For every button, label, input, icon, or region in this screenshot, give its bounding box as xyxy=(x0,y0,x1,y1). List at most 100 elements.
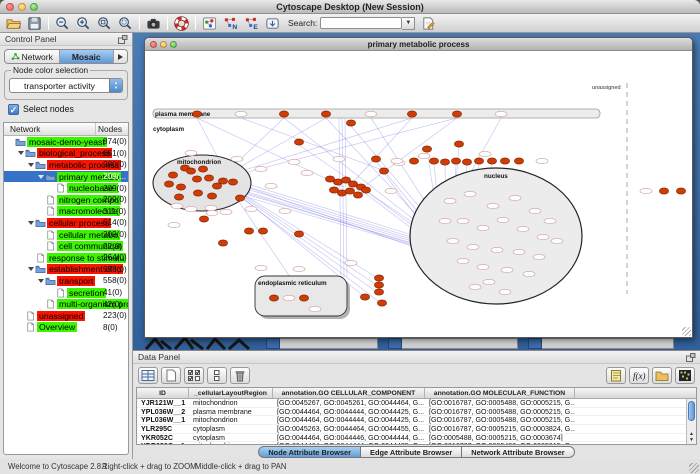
network-node-red[interactable] xyxy=(294,139,303,145)
search-dropdown-button[interactable]: ▼ xyxy=(402,17,415,30)
network-node-red[interactable] xyxy=(204,175,213,181)
tree-item[interactable]: unassigned223(0) xyxy=(4,310,128,322)
network-node-red[interactable] xyxy=(361,187,370,193)
tree-column-network[interactable]: Network xyxy=(4,123,96,135)
table-row[interactable]: YPL036W__2plasma membrane[GO:0044464, GO… xyxy=(137,408,686,417)
tab-edge-attribute-browser[interactable]: Edge Attribute Browser xyxy=(361,446,462,458)
annotation-filter-button[interactable] xyxy=(262,15,283,32)
window-resize-grip[interactable] xyxy=(689,463,699,473)
network-node-small[interactable] xyxy=(293,266,305,271)
node-color-combobox[interactable]: transporter activity ▴▾ xyxy=(9,78,123,93)
network-node-red[interactable] xyxy=(164,181,173,187)
network-node-small[interactable] xyxy=(479,151,491,156)
background-window-fragment[interactable] xyxy=(266,338,378,349)
network-node-small[interactable] xyxy=(477,225,489,230)
network-view-titlebar[interactable]: primary metabolic process xyxy=(145,38,692,51)
disclosure-slot[interactable] xyxy=(37,175,45,179)
network-node-red[interactable] xyxy=(174,194,183,200)
function-builder-button[interactable]: f(x) xyxy=(629,367,649,384)
network-node-small[interactable] xyxy=(309,306,321,311)
network-node-small[interactable] xyxy=(185,206,197,211)
network-node-red[interactable] xyxy=(269,295,278,301)
network-node-small[interactable] xyxy=(513,249,525,254)
tree-item[interactable]: transport558(0) xyxy=(4,275,128,287)
window-titlebar[interactable]: Cytoscape Desktop (New Session) xyxy=(0,0,700,14)
tree-item[interactable]: metabolic process280(0) xyxy=(4,159,128,171)
scrollbar-thumb[interactable] xyxy=(688,401,695,421)
network-node-red[interactable] xyxy=(409,158,418,164)
disclosure-slot[interactable] xyxy=(37,279,45,283)
save-session-button[interactable] xyxy=(24,15,45,32)
tree-column-nodes[interactable]: Nodes xyxy=(96,123,128,135)
network-node-small[interactable] xyxy=(487,203,499,208)
network-node-red[interactable] xyxy=(440,159,449,165)
network-node-red[interactable] xyxy=(192,111,201,117)
network-node-small[interactable] xyxy=(640,188,652,193)
network-node-small[interactable] xyxy=(491,247,503,252)
network-node-red[interactable] xyxy=(321,111,330,117)
network-node-small[interactable] xyxy=(544,218,556,223)
disclosure-slot[interactable] xyxy=(17,151,25,155)
network-node-small[interactable] xyxy=(523,271,535,276)
network-node-small[interactable] xyxy=(288,159,300,164)
column-header[interactable]: _cellularLayoutRegion xyxy=(189,388,273,398)
disclosure-slot[interactable] xyxy=(27,221,35,225)
attribute-notes-button[interactable] xyxy=(606,367,626,384)
network-node-red[interactable] xyxy=(193,190,202,196)
network-node-red[interactable] xyxy=(454,141,463,147)
network-node-small[interactable] xyxy=(220,209,232,214)
network-node-small[interactable] xyxy=(457,258,469,263)
network-node-small[interactable] xyxy=(185,150,197,155)
network-node-red[interactable] xyxy=(199,216,208,222)
select-nodes-checkbox[interactable]: ✓ xyxy=(8,104,19,115)
network-node-small[interactable] xyxy=(439,218,451,223)
tree-item[interactable]: response to stimulu264(0) xyxy=(4,252,128,264)
tree-item[interactable]: cell communicat22(0) xyxy=(4,240,128,252)
tree-item[interactable]: macromolecule311(0) xyxy=(4,206,128,218)
network-node-red[interactable] xyxy=(235,195,244,201)
tab-network[interactable]: Network xyxy=(5,50,60,63)
network-node-red[interactable] xyxy=(514,158,523,164)
network-node-red[interactable] xyxy=(176,184,185,190)
network-node-small[interactable] xyxy=(499,289,511,294)
network-node-small[interactable] xyxy=(536,158,548,163)
snapshot-button[interactable] xyxy=(143,15,164,32)
scrollbar-arrows[interactable]: ▲▼ xyxy=(687,431,696,443)
network-node-red[interactable] xyxy=(500,158,509,164)
table-row[interactable]: YKR052Ccytoplasm[GO:0044464, GO:0044446,… xyxy=(137,434,686,443)
network-node-small[interactable] xyxy=(245,206,257,211)
network-node-red[interactable] xyxy=(294,231,303,237)
tree-item[interactable]: multi-organism pro42(0) xyxy=(4,298,128,310)
column-header[interactable]: annotation.GO MOLECULAR_FUNCTION xyxy=(425,388,575,398)
network-node-red[interactable] xyxy=(186,168,195,174)
new-attribute-button[interactable] xyxy=(161,367,181,384)
network-node-red[interactable] xyxy=(374,275,383,281)
network-node-small[interactable] xyxy=(551,238,563,243)
table-row[interactable]: YLR295Ccytoplasm[GO:0045263, GO:0044464,… xyxy=(137,425,686,434)
vizmapper-button[interactable] xyxy=(199,15,220,32)
float-panel-icon[interactable] xyxy=(686,353,696,363)
network-node-red[interactable] xyxy=(407,111,416,117)
network-node-red[interactable] xyxy=(168,172,177,178)
minimize-button[interactable] xyxy=(18,3,26,11)
import-attributes-button[interactable] xyxy=(652,367,672,384)
network-node-small[interactable] xyxy=(205,205,217,210)
network-node-red[interactable] xyxy=(299,295,308,301)
network-node-red[interactable] xyxy=(462,159,471,165)
network-node-small[interactable] xyxy=(469,284,481,289)
network-node-small[interactable] xyxy=(477,264,489,269)
float-panel-icon[interactable] xyxy=(118,35,128,45)
network-node-small[interactable] xyxy=(206,210,218,215)
attribute-heatmap-button[interactable] xyxy=(675,367,695,384)
delete-attribute-button[interactable] xyxy=(230,367,250,384)
tree-item[interactable]: nitrogen compo209(0) xyxy=(4,194,128,206)
disclosure-slot[interactable] xyxy=(27,163,35,167)
network-node-red[interactable] xyxy=(374,282,383,288)
unselect-attributes-button[interactable] xyxy=(207,367,227,384)
network-node-small[interactable] xyxy=(345,260,357,265)
tree-item[interactable]: cellular process614(0) xyxy=(4,217,128,229)
network-node-red[interactable] xyxy=(487,158,496,164)
network-node-small[interactable] xyxy=(279,208,291,213)
network-node-small[interactable] xyxy=(365,111,377,116)
zoom-out-button[interactable] xyxy=(52,15,73,32)
